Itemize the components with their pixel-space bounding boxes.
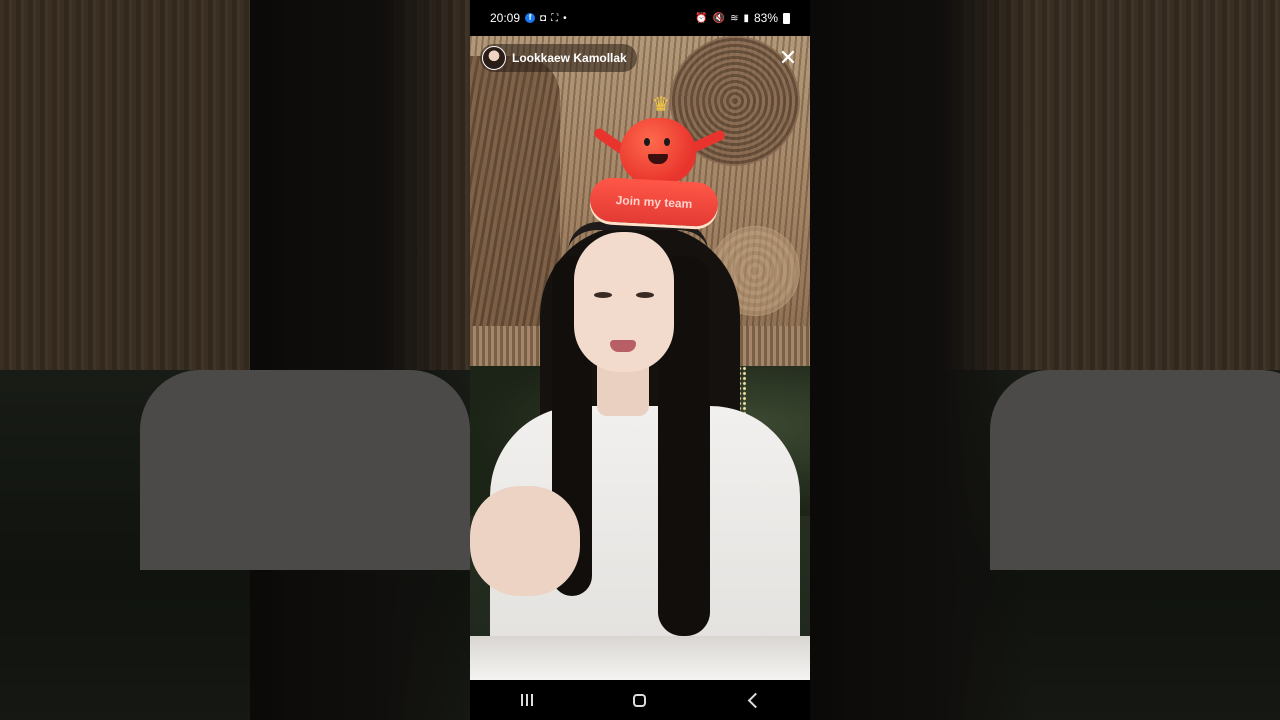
- background-shirt: [140, 370, 470, 570]
- battery-icon: [783, 12, 790, 24]
- back-icon: [747, 692, 764, 708]
- facebook-icon: f: [525, 13, 536, 23]
- table: [470, 636, 810, 680]
- alarm-icon: ⏰: [695, 12, 708, 24]
- join-team-badge: Join my team: [588, 176, 720, 228]
- navigation-bar: [470, 680, 810, 720]
- recents-button[interactable]: [507, 680, 547, 720]
- ar-filter-heart: ♛ Join my team: [588, 94, 728, 236]
- profile-name[interactable]: Lookkaew Kamollak: [512, 51, 627, 65]
- avatar[interactable]: [482, 46, 506, 70]
- mute-icon: 🔇: [712, 12, 726, 24]
- background-hair: [810, 0, 1030, 720]
- home-button[interactable]: [620, 680, 660, 720]
- crown-icon: ♛: [652, 94, 670, 116]
- dot-icon: •: [563, 12, 567, 24]
- background-blur-right: [810, 0, 1280, 720]
- background-blur-left: [0, 0, 470, 720]
- eye-right: [636, 292, 654, 298]
- wifi-icon: ≋: [730, 12, 739, 24]
- signal-icon: ▮: [743, 12, 749, 24]
- phone-screen: 20:09 f ◘ ⛶ • ⏰ 🔇 ≋ ▮ 83% ♛ Join my team…: [470, 0, 810, 720]
- back-button[interactable]: [733, 680, 773, 720]
- recents-icon: [520, 694, 533, 706]
- close-button[interactable]: ✕: [774, 46, 802, 70]
- screenshot-icon: ⛶: [551, 12, 559, 24]
- mouth: [610, 340, 636, 352]
- heart-character: [620, 118, 696, 184]
- battery-percent: 83%: [753, 11, 778, 25]
- status-time: 20:09: [490, 11, 521, 25]
- raised-hand: [470, 486, 580, 596]
- status-right: ⏰ 🔇 ≋ ▮ 83%: [695, 11, 790, 25]
- face: [574, 232, 674, 372]
- eye-left: [594, 292, 612, 298]
- status-left: 20:09 f ◘ ⛶ •: [490, 11, 567, 25]
- background-hair: [250, 0, 470, 720]
- profile-chip[interactable]: Lookkaew Kamollak: [480, 44, 637, 72]
- heart-mouth: [648, 154, 668, 164]
- live-video[interactable]: ♛ Join my team Lookkaew Kamollak ✕: [470, 36, 810, 680]
- close-icon: ✕: [778, 45, 798, 70]
- heart-eye-right: [664, 138, 670, 146]
- status-bar: 20:09 f ◘ ⛶ • ⏰ 🔇 ≋ ▮ 83%: [470, 0, 810, 36]
- home-icon: [633, 693, 647, 707]
- background-shirt: [990, 370, 1280, 570]
- camera-icon: ◘: [540, 12, 547, 24]
- heart-eye-left: [644, 138, 650, 146]
